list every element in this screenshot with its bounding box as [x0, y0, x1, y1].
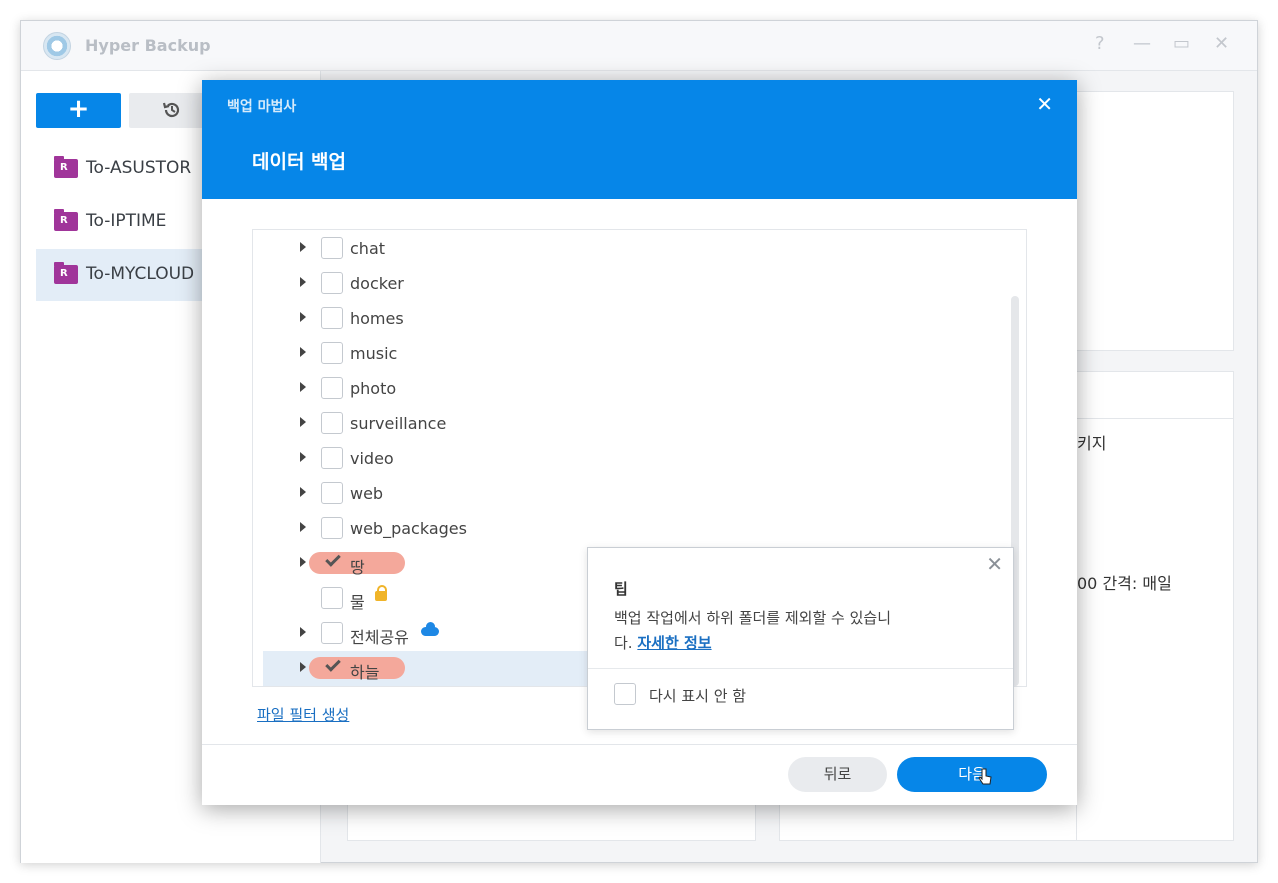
folder-checkbox[interactable] [321, 482, 343, 504]
tree-row-homes[interactable]: homes [253, 301, 1010, 336]
folder-checkbox[interactable] [321, 272, 343, 294]
tip-body: 백업 작업에서 하위 폴더를 제외할 수 있습니다. 자세한 정보 [614, 606, 974, 656]
help-icon[interactable]: ? [1095, 33, 1105, 54]
dialog-title: 데이터 백업 [252, 151, 347, 173]
footer-divider [202, 744, 1077, 745]
folder-label: homes [350, 309, 404, 328]
expand-icon[interactable] [300, 312, 306, 322]
expand-icon[interactable] [300, 277, 306, 287]
learn-more-link[interactable]: 자세한 정보 [637, 634, 711, 652]
folder-label: music [350, 344, 398, 363]
task-label: To-IPTIME [86, 211, 167, 231]
tip-divider [588, 668, 1013, 669]
history-icon [162, 102, 179, 118]
folder-label: photo [350, 379, 397, 398]
folder-checkbox[interactable] [321, 517, 343, 539]
expand-icon[interactable] [300, 347, 306, 357]
task-label: To-ASUSTOR [86, 158, 192, 178]
folder-label: video [350, 449, 394, 468]
folder-label: surveillance [350, 414, 447, 433]
tip-popup: ✕ 팁 백업 작업에서 하위 폴더를 제외할 수 있습니다. 자세한 정보 다시… [587, 547, 1014, 730]
app-title: Hyper Backup [85, 36, 211, 55]
package-text: 키지 [1077, 434, 1107, 453]
folder-checkbox[interactable] [321, 622, 343, 644]
status-panel [1076, 91, 1234, 351]
maximize-icon[interactable]: ▭ [1173, 33, 1190, 54]
folder-checkbox[interactable] [321, 447, 343, 469]
close-tip-icon[interactable]: ✕ [986, 552, 1003, 576]
expand-icon[interactable] [300, 242, 306, 252]
cloud-icon [421, 622, 439, 636]
title-bar: Hyper Backup ? — ▭ ✕ [21, 21, 1257, 71]
close-dialog-icon[interactable]: ✕ [1036, 92, 1053, 116]
close-window-icon[interactable]: ✕ [1214, 33, 1229, 54]
remote-folder-icon: R [54, 209, 78, 231]
next-button[interactable]: 다음 [897, 757, 1047, 792]
lock-icon [375, 585, 387, 601]
tree-row-docker[interactable]: docker [253, 266, 1010, 301]
interval-text: 00 간격: 매일 [1077, 574, 1172, 593]
add-task-button[interactable]: + [36, 93, 121, 128]
expand-icon[interactable] [300, 557, 306, 567]
remote-folder-icon: R [54, 156, 78, 178]
folder-checkbox[interactable] [321, 307, 343, 329]
expand-icon[interactable] [300, 627, 306, 637]
tree-row-web[interactable]: web [253, 476, 1010, 511]
task-label: To-MYCLOUD [86, 264, 195, 284]
tree-row-chat[interactable]: chat [253, 231, 1010, 266]
dialog-header: 백업 마법사 데이터 백업 ✕ [202, 80, 1077, 199]
expand-icon[interactable] [300, 417, 306, 427]
folder-label: 물 [350, 593, 365, 612]
expand-icon[interactable] [300, 522, 306, 532]
folder-label: docker [350, 274, 404, 293]
folder-label: chat [350, 239, 386, 258]
folder-checkbox[interactable] [321, 237, 343, 259]
tree-row-music[interactable]: music [253, 336, 1010, 371]
folder-checkbox[interactable] [321, 587, 343, 609]
folder-checkbox[interactable] [321, 412, 343, 434]
hyper-backup-logo-icon [43, 32, 71, 60]
folder-label: 전체공유 [350, 628, 409, 647]
folder-label: 땅 [350, 558, 365, 577]
folder-checkbox[interactable] [321, 377, 343, 399]
expand-icon[interactable] [300, 452, 306, 462]
info-panel: 키지 00 간격: 매일 [1076, 371, 1234, 841]
tree-row-photo[interactable]: photo [253, 371, 1010, 406]
create-file-filter-link[interactable]: 파일 필터 생성 [257, 704, 349, 725]
folder-label: web [350, 484, 384, 503]
tree-row-web-packages[interactable]: web_packages [253, 511, 1010, 546]
remote-folder-icon: R [54, 262, 78, 284]
folder-label: web_packages [350, 519, 467, 538]
folder-label: 하늘 [350, 663, 380, 682]
expand-icon[interactable] [300, 382, 306, 392]
folder-checkbox[interactable] [321, 342, 343, 364]
expand-icon[interactable] [300, 662, 306, 672]
minimize-icon[interactable]: — [1133, 33, 1151, 54]
wizard-title: 백업 마법사 [227, 99, 297, 115]
dont-show-again-label: 다시 표시 안 함 [649, 687, 747, 705]
tree-row-surveillance[interactable]: surveillance [253, 406, 1010, 441]
hand-cursor-icon [978, 768, 992, 785]
dont-show-again-checkbox[interactable] [614, 683, 636, 705]
back-button[interactable]: 뒤로 [788, 757, 887, 792]
tip-body-line2: 다. [614, 634, 638, 652]
expand-icon[interactable] [300, 487, 306, 497]
tip-title: 팁 [614, 580, 628, 598]
tree-row-video[interactable]: video [253, 441, 1010, 476]
tip-body-line1: 백업 작업에서 하위 폴더를 제외할 수 있습니 [614, 609, 892, 627]
